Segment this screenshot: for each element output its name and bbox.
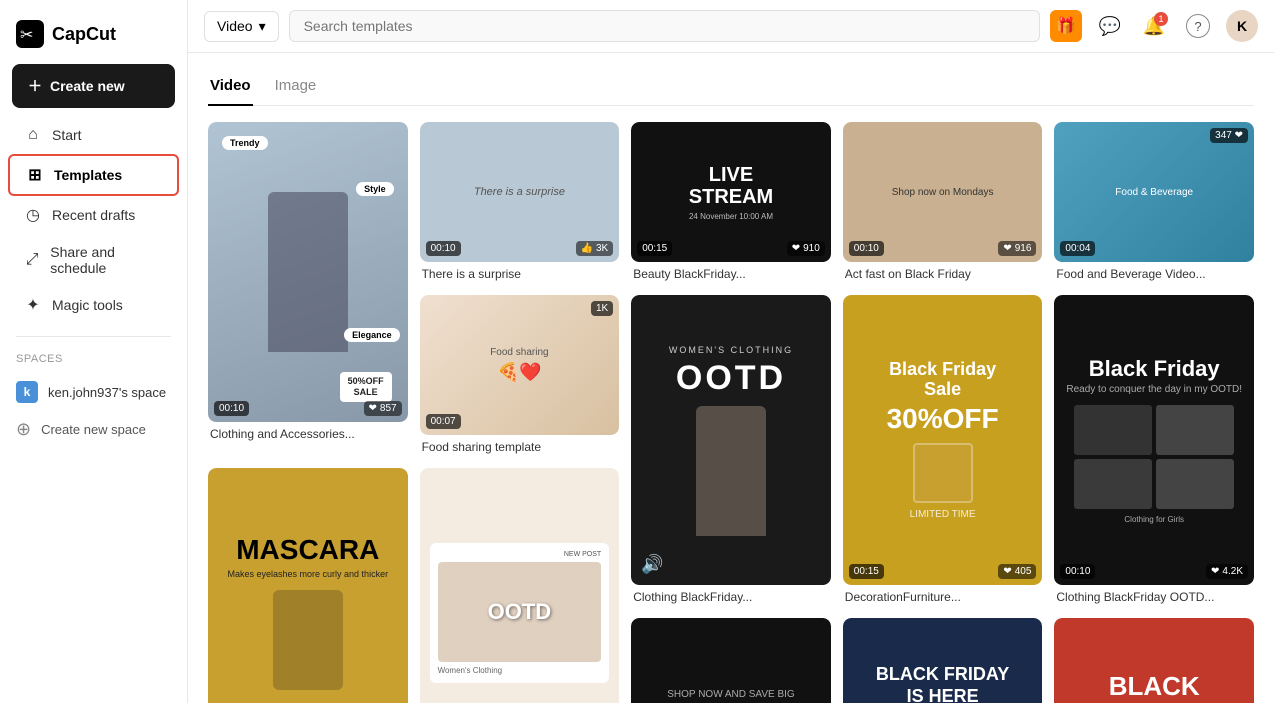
template-title: Food sharing template	[420, 435, 620, 456]
sidebar: ✂ CapCut ＋ Create new ⌂ Start ⊞ Template…	[0, 0, 188, 703]
app-name: CapCut	[52, 24, 116, 45]
template-card-act-fast[interactable]: Shop now on Mondays 00:10 ❤916 Act fast …	[843, 122, 1043, 283]
count-badge: ❤910	[787, 241, 825, 256]
logo-area: ✂ CapCut	[0, 12, 187, 64]
create-new-button[interactable]: ＋ Create new	[12, 64, 175, 108]
template-card-surprise[interactable]: There is a surprise 00:10 👍3K There is a…	[420, 122, 620, 283]
count-badge: 👍3K	[576, 241, 614, 256]
share-icon: ⤢	[24, 251, 40, 269]
top-badge: 1K	[591, 301, 613, 316]
dropdown-label: Video	[217, 18, 253, 34]
time-badge: 00:04	[1060, 241, 1095, 256]
tab-image[interactable]: Image	[273, 69, 319, 106]
sidebar-item-recent[interactable]: ◷ Recent drafts	[8, 196, 179, 234]
template-card-ootd-insta[interactable]: NEW POST OOTD Women's Clothing 00:14 ❤2.…	[420, 468, 620, 703]
time-badge: 00:10	[214, 401, 249, 416]
svg-text:✂: ✂	[20, 27, 33, 44]
template-card-bf-makeup[interactable]: MASCARA Makes eyelashes more curly and t…	[208, 468, 408, 703]
template-card-ootd-women[interactable]: WOMEN'S CLOTHING OOTD 🔊 Clothing BlackFr…	[631, 295, 831, 606]
capcut-logo-icon: ✂	[16, 20, 44, 48]
sidebar-divider	[16, 336, 171, 337]
template-card-bf-production[interactable]: SHOP NOW AND SAVE BIG THE COUNTDOWN BEGI…	[631, 618, 831, 703]
template-card-bf-ootd[interactable]: Black Friday Ready to conquer the day in…	[1054, 295, 1254, 606]
space-avatar: k	[16, 381, 38, 403]
template-title: Clothing BlackFriday...	[631, 585, 831, 606]
template-card-bf-red[interactable]: BLACKFRIDAY Black Friday...	[1054, 618, 1254, 703]
time-badge: 00:10	[1060, 564, 1095, 579]
sidebar-item-label: Start	[52, 127, 82, 143]
space-name: ken.john937's space	[48, 385, 166, 400]
count-badge: ❤916	[998, 241, 1036, 256]
topbar: Video ▾ 🎁 💬 🔔 1 ? K	[188, 0, 1274, 53]
templates-grid: Trendy Style Elegance 50%OFFSALE 00:10 ❤…	[208, 122, 1254, 703]
notification-badge: 1	[1154, 12, 1168, 26]
template-title: DecorationFurniture...	[843, 585, 1043, 606]
sidebar-item-label: Magic tools	[52, 297, 123, 313]
template-card-beauty-bf[interactable]: LIVESTREAM 24 November 10:00 AM 00:15 ❤9…	[631, 122, 831, 283]
time-badge: 00:07	[426, 414, 461, 429]
user-avatar[interactable]: K	[1226, 10, 1258, 42]
template-card-food-sharing[interactable]: Food sharing 🍕❤️ 00:07 1K Food sharing t…	[420, 295, 620, 456]
home-icon: ⌂	[24, 126, 42, 144]
count-badge: ❤405	[998, 564, 1036, 579]
top-badge: 347 ❤	[1210, 128, 1248, 143]
template-card-deco-furniture[interactable]: Black FridaySale 30%OFF LIMITED TIME 00:…	[843, 295, 1043, 606]
template-card-food-beverage[interactable]: Food & Beverage 00:04 347 ❤ Food and Bev…	[1054, 122, 1254, 283]
sidebar-item-start[interactable]: ⌂ Start	[8, 116, 179, 154]
sidebar-item-magic[interactable]: ✦ Magic tools	[8, 286, 179, 324]
template-title: Food and Beverage Video...	[1054, 262, 1254, 283]
sidebar-item-label: Templates	[54, 167, 122, 183]
plus-icon: ＋	[28, 76, 42, 96]
plus-icon: ⊕	[16, 419, 31, 440]
message-icon: 💬	[1099, 16, 1121, 37]
time-badge: 00:15	[849, 564, 884, 579]
notification-icon-button[interactable]: 🔔 1	[1138, 10, 1170, 42]
help-icon-button[interactable]: ?	[1182, 10, 1214, 42]
count-badge: ❤857	[364, 401, 402, 416]
space-item[interactable]: k ken.john937's space	[0, 373, 187, 411]
create-space-label: Create new space	[41, 422, 146, 437]
main-content: Video ▾ 🎁 💬 🔔 1 ? K	[188, 0, 1274, 703]
clock-icon: ◷	[24, 206, 42, 224]
content-area: Video Image Trendy Style Elegance	[188, 53, 1274, 703]
time-badge: 00:10	[849, 241, 884, 256]
message-icon-button[interactable]: 💬	[1094, 10, 1126, 42]
video-dropdown[interactable]: Video ▾	[204, 11, 279, 42]
magic-icon: ✦	[24, 296, 42, 314]
template-title: Beauty BlackFriday...	[631, 262, 831, 283]
sidebar-item-share[interactable]: ⤢ Share and schedule	[8, 234, 179, 286]
template-title: Clothing BlackFriday OOTD...	[1054, 585, 1254, 606]
template-title: Act fast on Black Friday	[843, 262, 1043, 283]
topbar-icons: 🎁 💬 🔔 1 ? K	[1050, 10, 1258, 42]
template-card-bf-here[interactable]: BLACK FRIDAYIS HERE SHOP NOW BLACK FRIDA…	[843, 618, 1043, 703]
template-title: Clothing and Accessories...	[208, 422, 408, 443]
gift-icon: 🎁	[1056, 16, 1076, 36]
search-input[interactable]	[289, 10, 1040, 42]
content-tabs: Video Image	[208, 69, 1254, 106]
gift-icon-button[interactable]: 🎁	[1050, 10, 1082, 42]
tab-video[interactable]: Video	[208, 69, 253, 106]
template-title: There is a surprise	[420, 262, 620, 283]
spaces-label: Spaces	[0, 349, 187, 373]
create-space-button[interactable]: ⊕ Create new space	[0, 411, 187, 448]
time-badge: 00:10	[426, 241, 461, 256]
template-card-clothing-accessories[interactable]: Trendy Style Elegance 50%OFFSALE 00:10 ❤…	[208, 122, 408, 456]
sidebar-item-templates[interactable]: ⊞ Templates	[8, 154, 179, 196]
count-badge: ❤4.2K	[1206, 564, 1248, 579]
grid-icon: ⊞	[26, 166, 44, 184]
chevron-down-icon: ▾	[259, 18, 266, 35]
help-icon: ?	[1186, 14, 1210, 38]
sidebar-item-label: Recent drafts	[52, 207, 135, 223]
sidebar-item-label: Share and schedule	[50, 244, 163, 276]
time-badge: 00:15	[637, 241, 672, 256]
